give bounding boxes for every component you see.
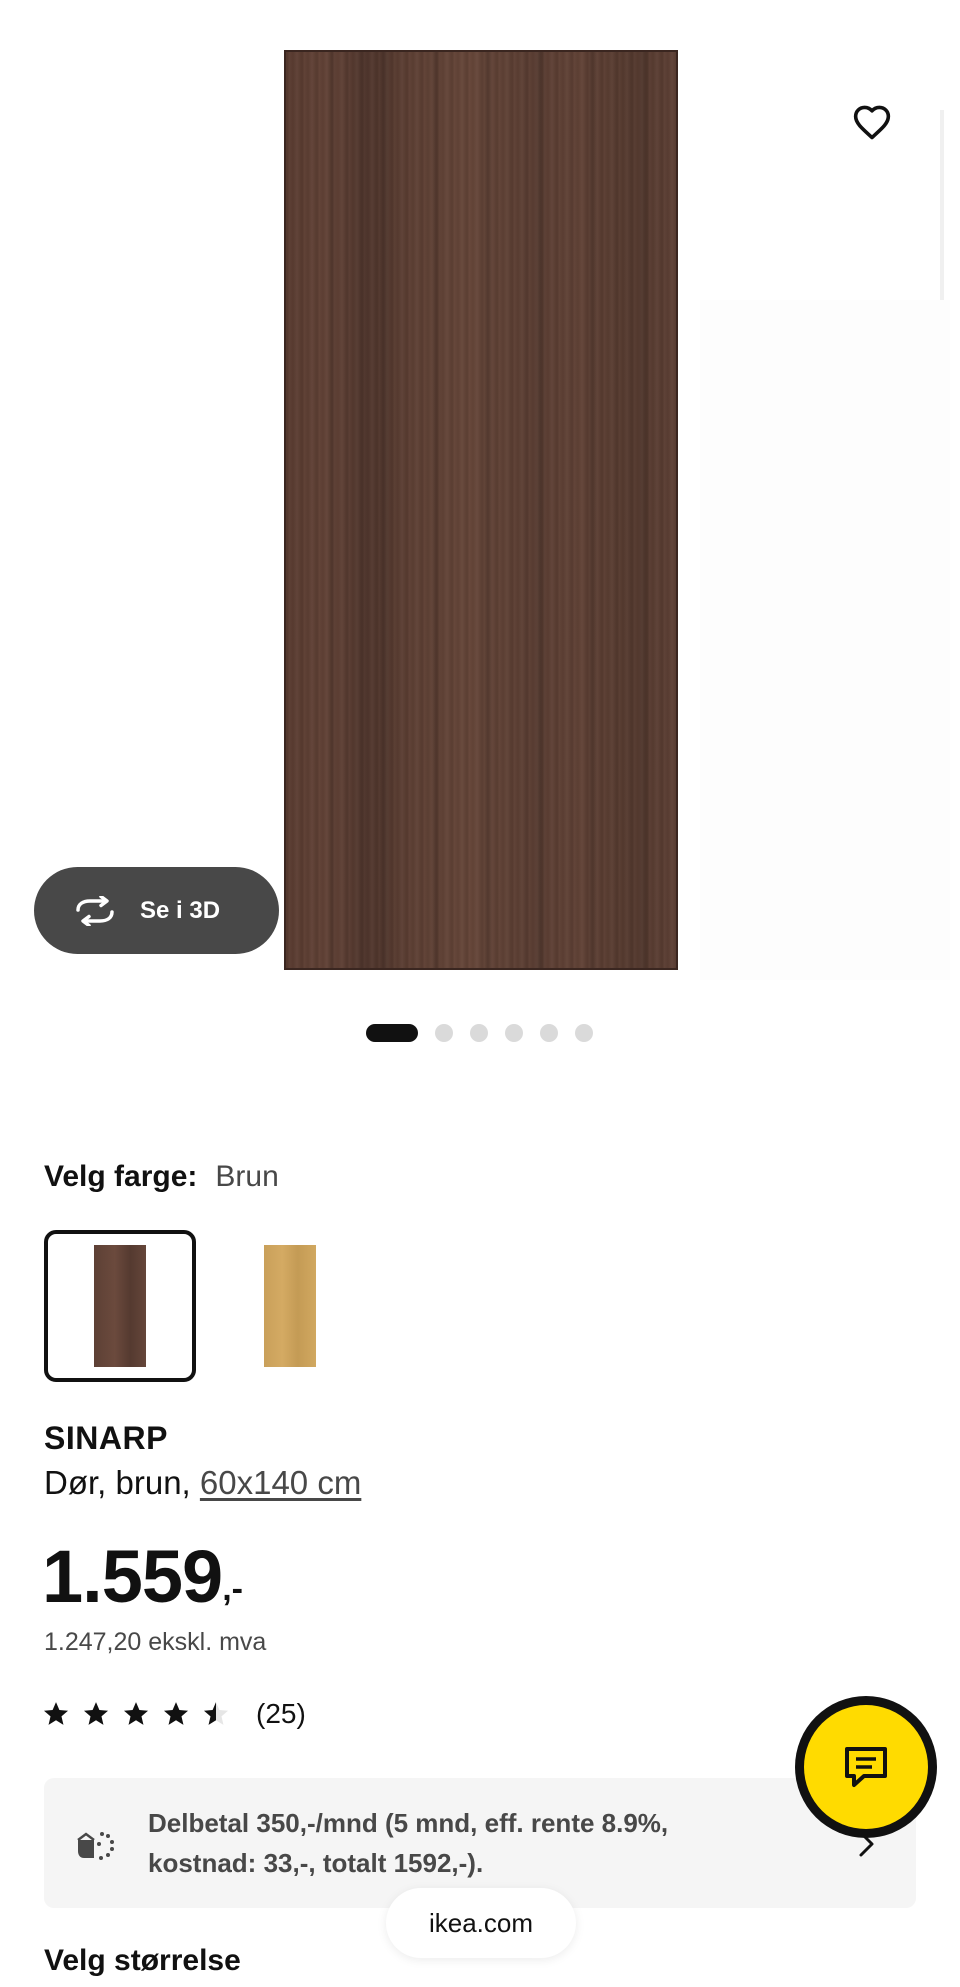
product-image-door[interactable] — [284, 50, 678, 970]
star-filled-icon — [83, 1702, 109, 1725]
favorite-button[interactable] — [844, 94, 900, 150]
swatch-image-brown — [94, 1245, 146, 1367]
price: 1.559 ,- — [42, 1540, 243, 1614]
star-half-icon — [203, 1702, 229, 1725]
chat-button-face — [804, 1705, 928, 1829]
star-filled-icon — [43, 1702, 69, 1725]
color-selector-heading: Velg farge: Brun — [44, 1160, 279, 1194]
gallery-dot[interactable] — [366, 1024, 418, 1042]
gallery-dot[interactable] — [435, 1024, 453, 1042]
product-image-gallery[interactable]: Se i 3D — [0, 0, 960, 1000]
size-selector-heading: Velg størrelse — [44, 1944, 241, 1977]
gallery-dot[interactable] — [470, 1024, 488, 1042]
rating-count: (25) — [256, 1698, 306, 1729]
color-swatch-oak[interactable] — [214, 1230, 366, 1382]
product-size-link[interactable]: 60x140 cm — [200, 1464, 361, 1501]
star-filled-icon — [163, 1702, 189, 1725]
color-value: Brun — [215, 1160, 279, 1193]
gallery-pagination — [366, 1024, 610, 1042]
next-image-edge — [940, 110, 944, 300]
color-swatch-brown[interactable] — [44, 1230, 196, 1382]
swatch-image-oak — [264, 1245, 316, 1367]
star-filled-icon — [123, 1702, 149, 1725]
price-amount: 1.559 — [42, 1535, 223, 1618]
gallery-dot[interactable] — [505, 1024, 523, 1042]
view-in-3d-button[interactable]: Se i 3D — [34, 867, 279, 954]
gallery-dot[interactable] — [575, 1024, 593, 1042]
product-type-text: Dør, brun, — [44, 1464, 200, 1501]
chat-bubble-icon — [845, 1747, 887, 1787]
product-name: SINARP — [44, 1420, 168, 1456]
next-image-preview — [700, 300, 950, 980]
chat-button[interactable] — [795, 1696, 937, 1838]
price-suffix: ,- — [222, 1570, 243, 1608]
gallery-dot[interactable] — [540, 1024, 558, 1042]
rating[interactable]: (25) — [42, 1698, 306, 1730]
price-excl-vat: 1.247,20 ekskl. mva — [44, 1628, 267, 1656]
browser-url-pill[interactable]: ikea.com — [386, 1888, 576, 1958]
view-in-3d-label: Se i 3D — [140, 896, 221, 924]
heart-outline-icon — [853, 105, 891, 140]
installment-payment-icon — [77, 1832, 114, 1860]
color-label: Velg farge: — [44, 1160, 198, 1193]
installment-text: Delbetal 350,-/mnd (5 mnd, eff. rente 8.… — [148, 1808, 669, 1878]
rotate-3d-icon — [72, 895, 118, 926]
product-description: Dør, brun, 60x140 cm — [44, 1464, 361, 1502]
